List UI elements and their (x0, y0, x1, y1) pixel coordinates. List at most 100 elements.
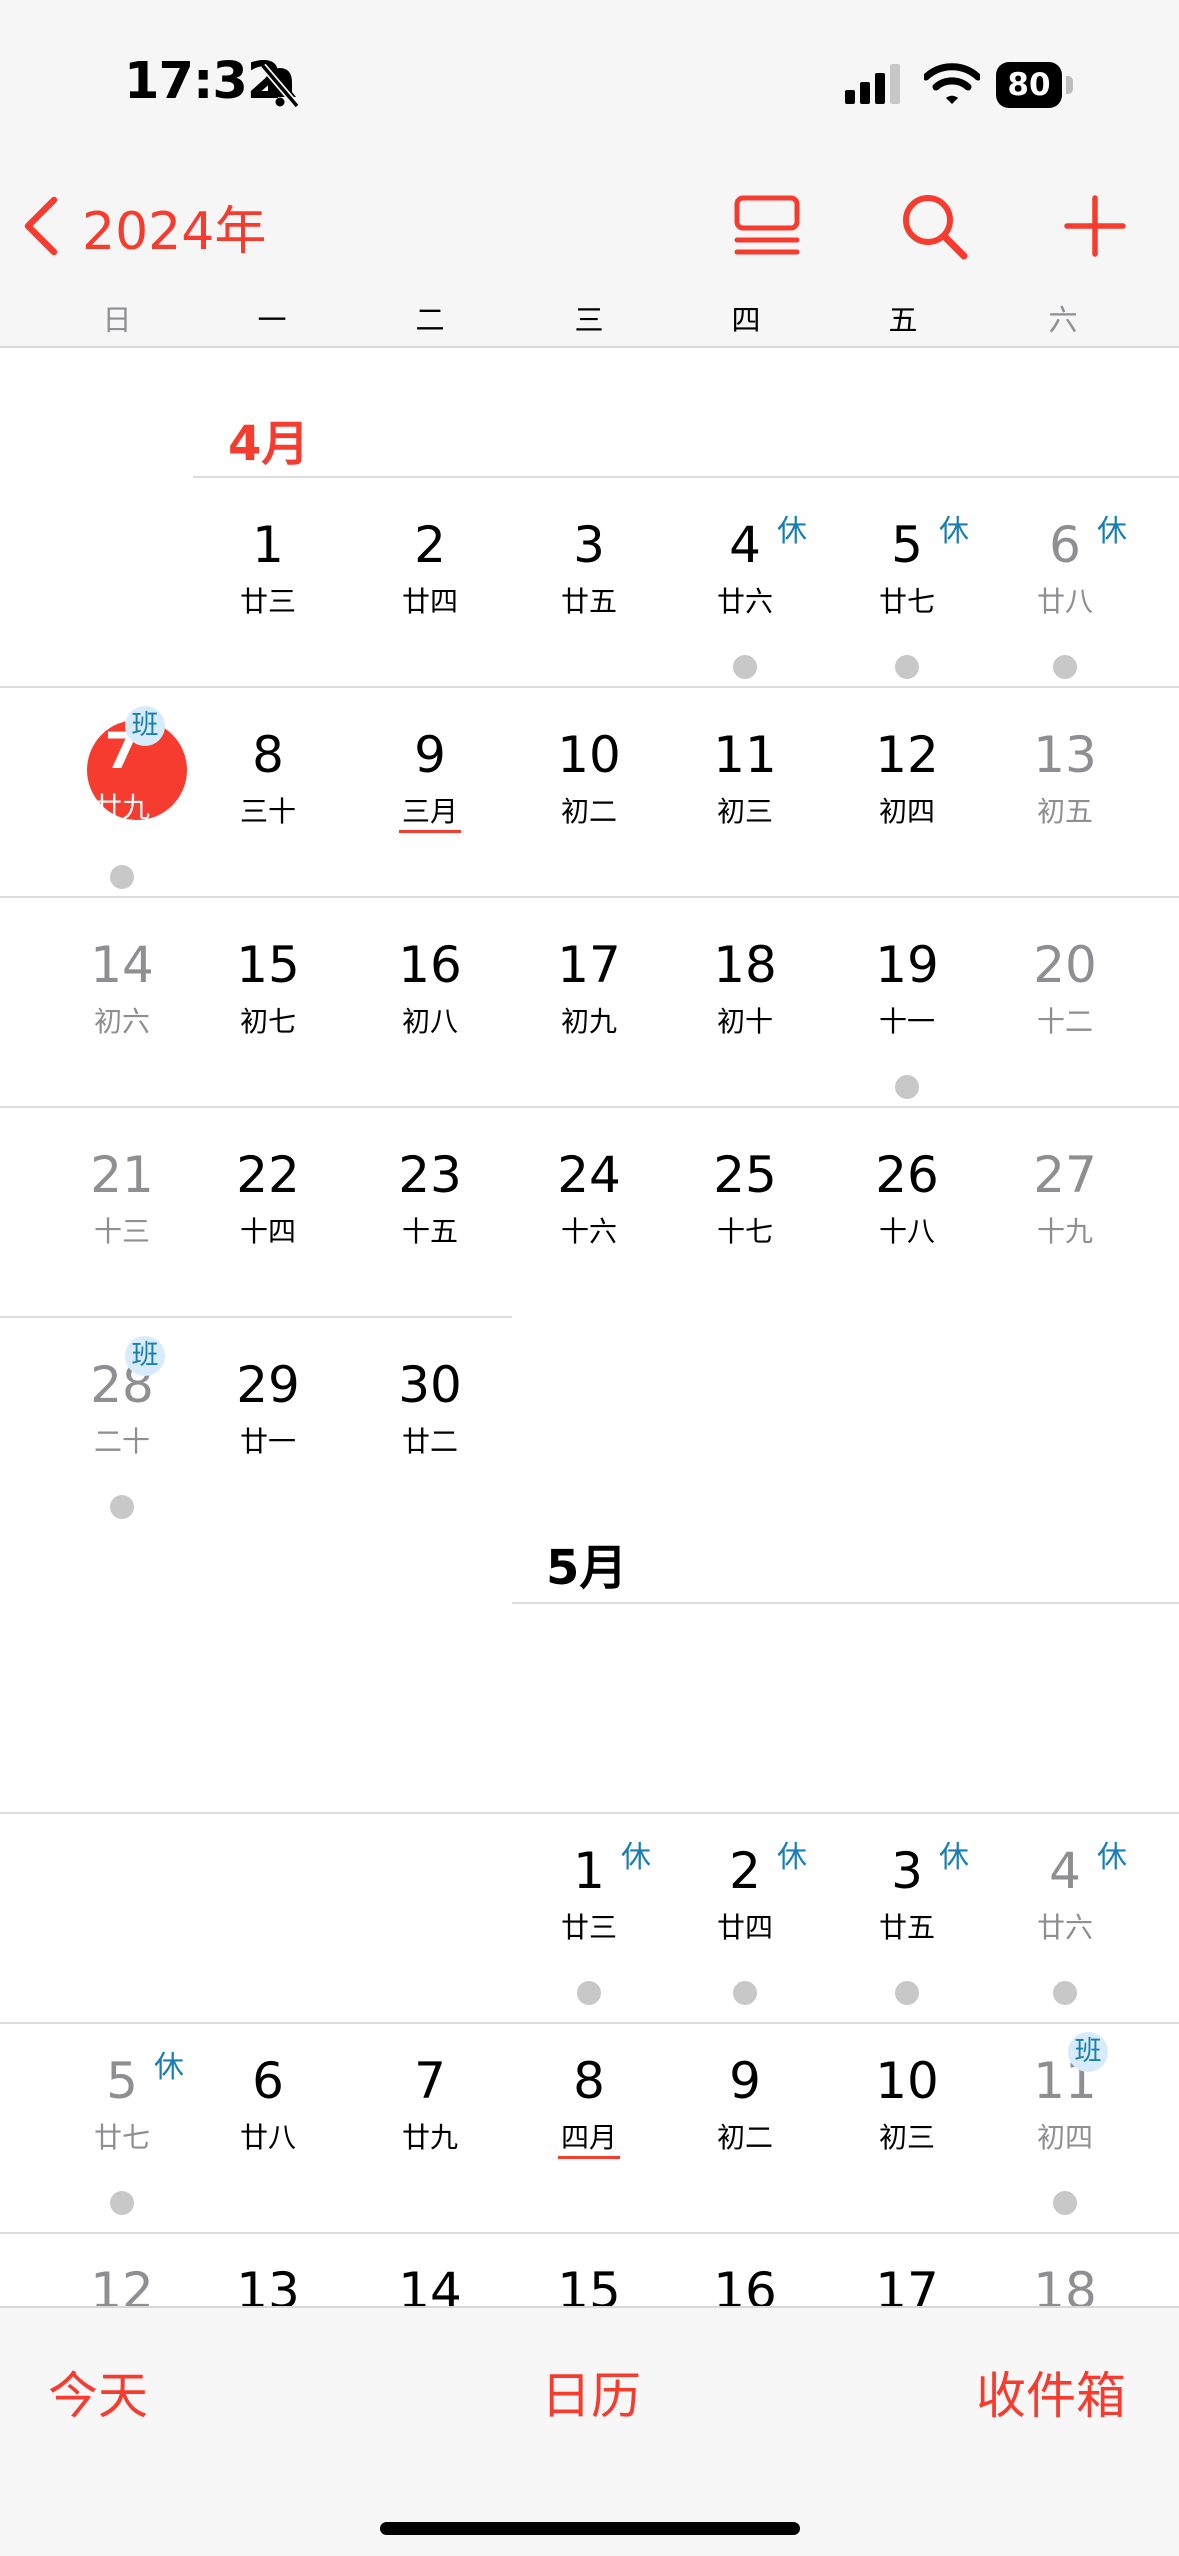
lunar-date: 初十 (716, 1005, 773, 1038)
day-cell[interactable]: 5 廿七休 (832, 496, 982, 696)
day-cell[interactable]: 14初七 (355, 2242, 505, 2306)
day-cell[interactable]: 17初十 (832, 2242, 982, 2306)
day-cell[interactable]: 8 三十 (193, 706, 343, 906)
lunar-date: 十八 (878, 1215, 935, 1248)
day-cell[interactable]: 16 初八 (355, 916, 505, 1116)
lunar-date: 初三 (716, 795, 773, 828)
day-number: 30 (398, 1356, 462, 1414)
day-number: 18 (1033, 2262, 1097, 2306)
day-cell[interactable]: 15初八 (514, 2242, 664, 2306)
day-cell[interactable]: 22 十四 (193, 1126, 343, 1326)
day-cell[interactable]: 13初六 (193, 2242, 343, 2306)
day-cell[interactable]: 18十一 (990, 2242, 1140, 2306)
day-number: 27 (1033, 1146, 1097, 1204)
search-icon[interactable] (898, 190, 970, 262)
bell-slash-icon (260, 63, 300, 109)
tab-bar: 今天 日历 收件箱 (0, 2306, 1179, 2556)
day-cell[interactable]: 15 初七 (193, 916, 343, 1116)
day-cell[interactable]: 9 初二 (670, 2032, 820, 2232)
lunar-date: 初九 (560, 1005, 617, 1038)
calendars-button[interactable]: 日历 (541, 2356, 641, 2428)
day-number: 10 (875, 2052, 939, 2110)
day-cell[interactable]: 30 廿二 (355, 1336, 505, 1536)
day-cell[interactable]: 1 廿三休 (514, 1822, 664, 2022)
day-cell[interactable]: 19 十一 (832, 916, 982, 1116)
week-divider (0, 2232, 1179, 2234)
day-cell[interactable]: 1 廿三 (193, 496, 343, 696)
day-cell[interactable]: 24 十六 (514, 1126, 664, 1326)
day-cell[interactable]: 6 廿八休 (990, 496, 1140, 696)
day-cell[interactable]: 2 廿四休 (670, 1822, 820, 2022)
lunar-date: 十一 (878, 1005, 935, 1038)
lunar-date: 廿六 (1036, 1911, 1093, 1944)
calendar-screen: 17:32 80 2024年 日 一 二 三 四 五 六 4月 5月 1 廿三 … (0, 0, 1179, 2556)
lunar-date: 廿九 (401, 2121, 458, 2154)
day-cell[interactable]: 8 四月 (514, 2032, 664, 2232)
day-cell[interactable]: 9 三月 (355, 706, 505, 906)
day-cell[interactable]: 28 二十 班 (47, 1336, 197, 1536)
day-cell[interactable]: 12初五 (47, 2242, 197, 2306)
event-dot (733, 655, 757, 679)
lunar-date: 初六 (93, 1005, 150, 1038)
list-view-icon[interactable] (732, 190, 802, 260)
lunar-date: 初二 (560, 795, 617, 828)
day-cell[interactable]: 14 初六 (47, 916, 197, 1116)
day-cell[interactable]: 17 初九 (514, 916, 664, 1116)
day-number: 10 (557, 726, 621, 784)
day-cell[interactable]: 3 廿五 (514, 496, 664, 696)
day-cell[interactable]: 21 十三 (47, 1126, 197, 1326)
day-number: 14 (398, 2262, 462, 2306)
lunar-date: 廿四 (401, 585, 458, 618)
event-dot (895, 1075, 919, 1099)
lunar-date: 廿三 (560, 1911, 617, 1944)
battery-level: 80 (1007, 67, 1051, 103)
day-cell[interactable]: 12 初四 (832, 706, 982, 906)
day-cell-today[interactable]: 7 廿九 班 (47, 706, 197, 906)
day-number: 15 (557, 2262, 621, 2306)
day-number: 14 (90, 936, 154, 994)
day-cell[interactable]: 11 初三 (670, 706, 820, 906)
month-grid[interactable]: 4月 5月 1 廿三 2 廿四 3 廿五 4 廿六休 5 廿七休 6 廿八休 7 廿九班 8 三十 9 三月 10 初二 1… (0, 348, 1179, 2306)
day-cell[interactable]: 3 廿五休 (832, 1822, 982, 2022)
day-cell[interactable]: 10 初三 (832, 2032, 982, 2232)
lunar-date: 廿五 (560, 585, 617, 618)
lunar-date: 廿六 (716, 585, 773, 618)
day-cell[interactable]: 10 初二 (514, 706, 664, 906)
lunar-date: 廿四 (716, 1911, 773, 1944)
day-number: 19 (875, 936, 939, 994)
lunar-date: 四月 (560, 2121, 617, 2154)
day-cell[interactable]: 4 廿六休 (670, 496, 820, 696)
day-cell[interactable]: 7 廿九 (355, 2032, 505, 2232)
lunar-date: 二十 (93, 1425, 150, 1458)
lunar-date: 廿九 (93, 791, 150, 824)
lunar-date: 三月 (401, 795, 458, 828)
today-button[interactable]: 今天 (48, 2356, 148, 2428)
day-number: 7 (104, 722, 140, 780)
day-cell[interactable]: 2 廿四 (355, 496, 505, 696)
lunar-date: 初四 (1036, 2121, 1093, 2154)
day-cell[interactable]: 29 廿一 (193, 1336, 343, 1536)
holiday-badge: 休 (939, 514, 969, 549)
lunar-date: 廿七 (878, 585, 935, 618)
day-cell[interactable]: 25 十七 (670, 1126, 820, 1326)
back-to-year-button[interactable]: 2024年 (20, 190, 266, 262)
day-cell[interactable]: 20 十二 (990, 916, 1140, 1116)
day-cell[interactable]: 26 十八 (832, 1126, 982, 1326)
day-cell[interactable]: 11 初四 班 (990, 2032, 1140, 2232)
workday-badge: 班 (125, 1336, 165, 1376)
day-cell[interactable]: 13 初五 (990, 706, 1140, 906)
day-cell[interactable]: 16初九 (670, 2242, 820, 2306)
event-dot (110, 865, 134, 889)
day-cell[interactable]: 23 十五 (355, 1126, 505, 1326)
plus-icon[interactable] (1064, 190, 1126, 262)
lunar-date: 十七 (716, 1215, 773, 1248)
home-indicator (380, 2522, 800, 2535)
inbox-button[interactable]: 收件箱 (976, 2356, 1126, 2428)
day-cell[interactable]: 18 初十 (670, 916, 820, 1116)
event-dot (1053, 655, 1077, 679)
day-cell[interactable]: 4 廿六休 (990, 1822, 1140, 2022)
day-cell[interactable]: 27 十九 (990, 1126, 1140, 1326)
day-cell[interactable]: 6 廿八 (193, 2032, 343, 2232)
day-cell[interactable]: 5 廿七休 (47, 2032, 197, 2232)
weekday-label: 三 (574, 303, 604, 337)
